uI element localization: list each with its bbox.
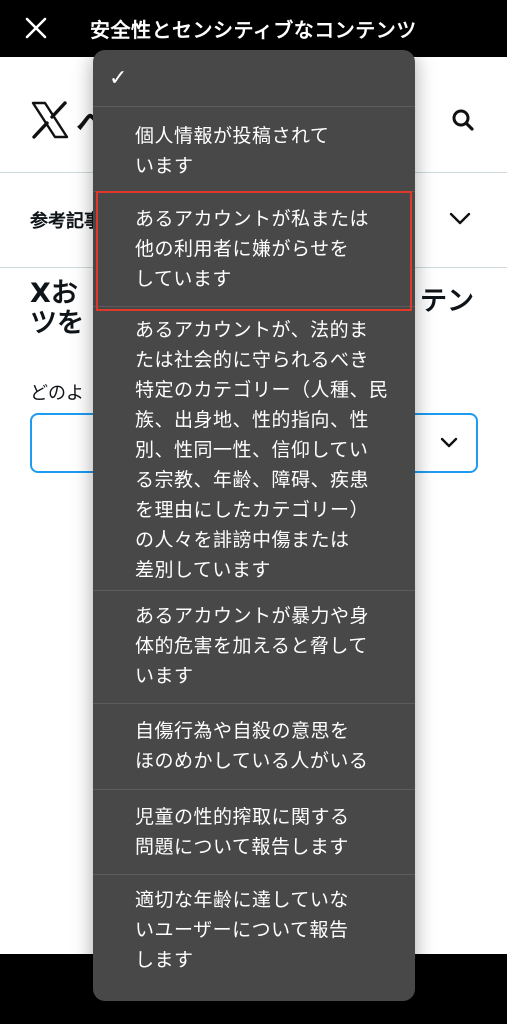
menu-item-self-harm[interactable]: 自傷行為や自殺の意思を ほのめかしている人がいる	[93, 703, 415, 789]
menu-item-harassment[interactable]: あるアカウントが私または 他の利用者に嫌がらせを しています	[93, 191, 415, 306]
reference-articles-label: 参考記事	[30, 211, 102, 232]
chevron-down-icon[interactable]	[448, 209, 472, 229]
top-bar: 安全性とセンシティブなコンテンツ	[0, 0, 507, 57]
close-icon[interactable]	[22, 14, 50, 42]
page-title: 安全性とセンシティブなコンテンツ	[90, 18, 417, 42]
section-heading-tail: テン	[420, 286, 474, 317]
question-label: どのよ	[30, 383, 84, 404]
check-icon: ✓	[109, 66, 128, 91]
section-heading: Xお ツを	[30, 278, 84, 339]
menu-item-underage-user[interactable]: 適切な年齢に達していな いユーザーについて報告 します	[93, 874, 415, 1001]
menu-item-child-safety[interactable]: 児童の性的搾取に関する 問題について報告します	[93, 789, 415, 874]
chevron-down-icon[interactable]	[438, 434, 460, 452]
menu-item-personal-info[interactable]: 個人情報が投稿されて います	[93, 106, 415, 191]
menu-item-hateful-conduct[interactable]: あるアカウントが、法的ま たは社会的に守られるべき 特定のカテゴリー（人種、民 …	[93, 306, 415, 590]
x-logo-icon	[31, 101, 69, 139]
menu-item-violent-threats[interactable]: あるアカウントが暴力や身 体的危害を加えると脅して います	[93, 590, 415, 703]
search-icon[interactable]	[450, 107, 476, 133]
reason-dropdown-menu: ✓ 個人情報が投稿されて います あるアカウントが私または 他の利用者に嫌がらせ…	[93, 50, 415, 1001]
menu-item-selected[interactable]: ✓	[93, 50, 415, 106]
